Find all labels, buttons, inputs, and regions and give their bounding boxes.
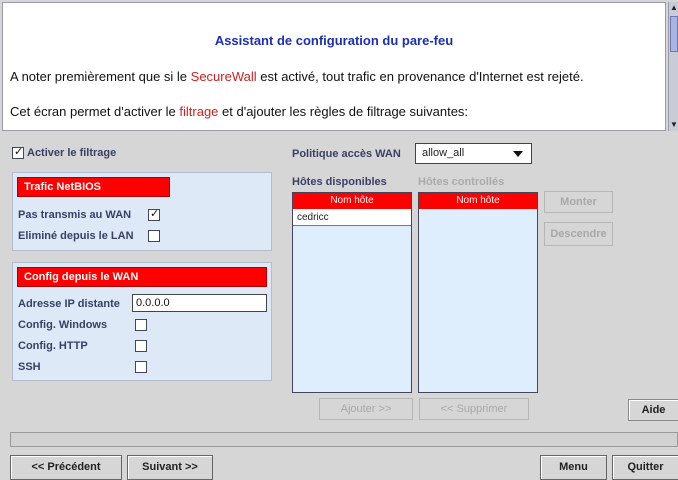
scroll-down-icon[interactable]: ▼ [669,119,678,131]
wan-policy-label: Politique accès WAN [292,148,401,160]
info-line1-text: A noter premièrement que si le [10,69,191,84]
info-line2-text: Cet écran permet d'activer le [10,104,180,119]
netbios-panel: Trafic NetBIOS Pas transmis au WAN Elimi… [12,172,272,251]
securewall-link[interactable]: SecureWall [191,69,257,84]
info-line2-text-end: et d'ajouter les règles de filtrage suiv… [218,104,469,119]
help-button[interactable]: Aide [628,399,678,421]
move-up-button[interactable]: Monter [544,191,613,213]
enable-filter-label: Activer le filtrage [27,147,117,159]
status-bar [10,432,678,447]
menu-button[interactable]: Menu [540,455,607,480]
controlled-hosts-column-header[interactable]: Nom hôte [419,193,537,209]
filtrage-link[interactable]: filtrage [179,104,218,119]
not-sent-wan-label: Pas transmis au WAN [18,209,132,221]
controlled-hosts-list[interactable]: Nom hôte [418,192,538,393]
available-hosts-list[interactable]: Nom hôte cedricc [292,192,412,393]
enable-filter-checkbox[interactable] [12,145,24,159]
config-http-label: Config. HTTP [18,340,88,352]
wizard-title: Assistant de configuration du pare-feu [214,33,454,48]
remove-host-button[interactable]: << Supprimer [419,398,529,420]
add-host-button[interactable]: Ajouter >> [319,398,413,420]
scroll-thumb[interactable] [670,16,678,52]
info-line-securewall: A noter premièrement que si le SecureWal… [10,69,584,84]
available-hosts-label: Hôtes disponibles [292,176,387,188]
ssh-label: SSH [18,361,41,373]
chevron-down-icon[interactable] [513,151,523,157]
config-windows-checkbox[interactable] [135,319,147,331]
removed-lan-label: Eliminé depuis le LAN [18,230,134,242]
removed-lan-checkbox[interactable] [148,230,160,242]
remote-ip-input[interactable]: 0.0.0.0 [132,294,267,312]
quit-button[interactable]: Quitter [612,455,678,480]
wan-policy-value: allow_all [422,147,465,159]
wan-policy-select[interactable]: allow_all [415,143,532,164]
previous-button[interactable]: << Précédent [10,455,122,480]
config-windows-label: Config. Windows [18,319,108,331]
enable-filter-row[interactable]: Activer le filtrage [12,145,117,159]
available-hosts-column-header[interactable]: Nom hôte [293,193,411,209]
wan-config-panel: Config depuis le WAN Adresse IP distante… [12,262,272,381]
move-down-button[interactable]: Descendre [544,222,613,246]
ssh-checkbox[interactable] [135,361,147,373]
info-line1-text-end: est activé, tout trafic en provenance d'… [256,69,584,84]
not-sent-wan-checkbox[interactable] [148,207,160,221]
remote-ip-label: Adresse IP distante [18,298,120,310]
info-line-filtering: Cet écran permet d'activer le filtrage e… [10,104,468,119]
controlled-hosts-label: Hôtes controllés [418,176,505,188]
list-item[interactable]: cedricc [293,209,411,226]
next-button[interactable]: Suivant >> [127,455,213,480]
info-panel: Assistant de configuration du pare-feu A… [2,2,666,131]
info-scrollbar[interactable]: ▲ ▼ [668,2,678,131]
netbios-header: Trafic NetBIOS [17,177,170,197]
config-http-checkbox[interactable] [135,340,147,352]
scroll-up-icon[interactable]: ▲ [669,2,678,14]
wan-config-header: Config depuis le WAN [17,267,267,287]
